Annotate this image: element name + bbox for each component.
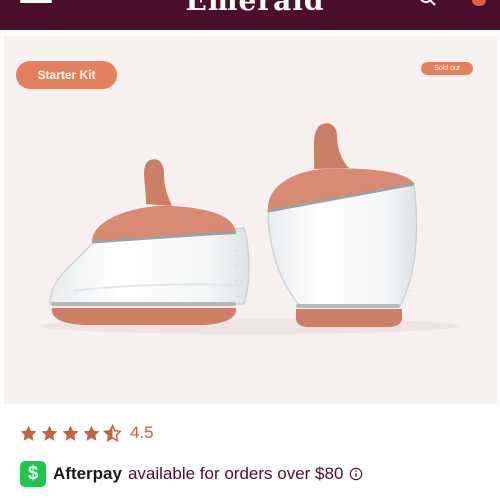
rating-value: 4.5 (130, 423, 154, 442)
starter-kit-badge: Starter Kit (16, 61, 117, 89)
star-full-icon (41, 425, 58, 441)
afterpay-row: $ Afterpay available for orders over $80 (20, 460, 363, 488)
star-half-icon (103, 423, 122, 442)
star-full-icon (20, 425, 37, 441)
rating-row[interactable]: 4.5 (19, 420, 154, 446)
star-rating (19, 423, 124, 443)
svg-text:—: — (407, 207, 411, 212)
star-full-icon (62, 425, 79, 441)
brand-logo[interactable]: Emerald (175, 0, 335, 14)
cart-count-badge (472, 0, 486, 6)
cart-count: 0 (456, 0, 462, 2)
search-icon[interactable] (418, 0, 438, 6)
star-full-icon (83, 425, 100, 441)
afterpay-logo-icon: $ (20, 461, 46, 487)
product-image[interactable]: — — — — — — — — Starter Kit Sold out (4, 36, 497, 404)
sold-out-badge: Sold out (421, 62, 473, 75)
top-navigation-bar: Emerald 0 (0, 0, 500, 30)
svg-text:—: — (407, 267, 411, 272)
svg-text:—: — (407, 287, 411, 292)
svg-text:—: — (234, 277, 238, 282)
svg-text:—: — (407, 247, 411, 252)
afterpay-name: Afterpay (53, 464, 122, 483)
svg-text:—: — (234, 247, 238, 252)
svg-text:—: — (407, 227, 411, 232)
cart-icon[interactable]: 0 (452, 0, 486, 8)
svg-text:—: — (234, 262, 238, 267)
info-icon[interactable] (349, 467, 363, 481)
afterpay-text: available for orders over $80 (127, 464, 344, 483)
menu-icon[interactable] (20, 0, 54, 6)
product-bottles-illustration: — — — — — — — — (39, 123, 459, 334)
